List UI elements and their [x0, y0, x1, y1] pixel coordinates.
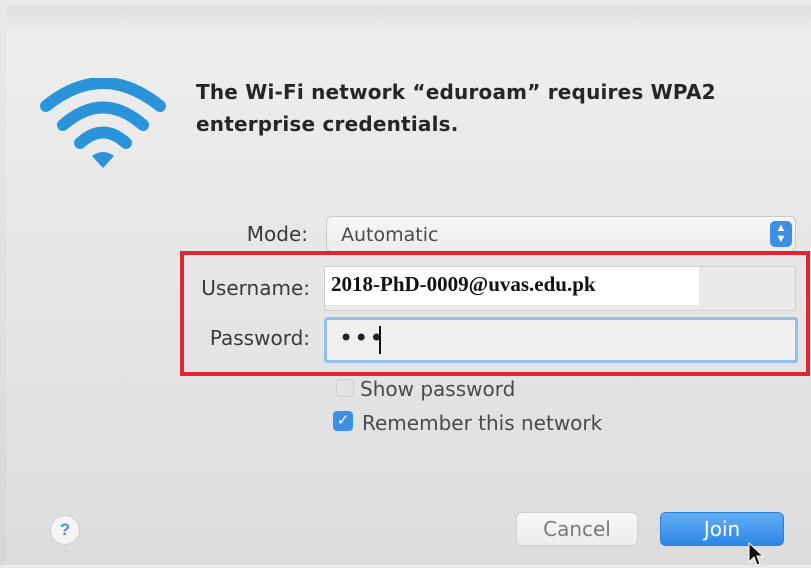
mode-select[interactable]: Automatic ▲ ▼: [326, 216, 796, 252]
text-caret: [379, 326, 381, 354]
username-label: Username:: [201, 276, 310, 300]
checkmark-icon: ✓: [336, 412, 350, 429]
cancel-button[interactable]: Cancel: [516, 512, 638, 546]
remember-network-label[interactable]: Remember this network: [362, 411, 602, 435]
mouse-pointer-icon: [748, 542, 764, 566]
wifi-credentials-dialog: The Wi-Fi network “eduroam” requires WPA…: [6, 6, 811, 566]
username-value: 2018-PhD-0009@uvas.edu.pk: [325, 267, 699, 305]
password-label: Password:: [209, 326, 310, 350]
show-password-checkbox[interactable]: [336, 379, 354, 397]
join-button[interactable]: Join: [660, 512, 784, 546]
wifi-icon: [40, 78, 166, 168]
chevron-updown-icon: ▲ ▼: [770, 221, 792, 247]
mode-select-value: Automatic: [341, 224, 439, 246]
dialog-title: The Wi-Fi network “eduroam” requires WPA…: [196, 80, 716, 136]
help-button[interactable]: ?: [50, 515, 80, 545]
username-field[interactable]: 2018-PhD-0009@uvas.edu.pk: [324, 266, 796, 311]
remember-network-checkbox[interactable]: ✓: [333, 411, 353, 431]
password-field[interactable]: •••: [324, 317, 798, 363]
mode-label: Mode:: [246, 222, 308, 246]
password-masked-value: •••: [339, 324, 385, 352]
show-password-label[interactable]: Show password: [360, 377, 515, 401]
